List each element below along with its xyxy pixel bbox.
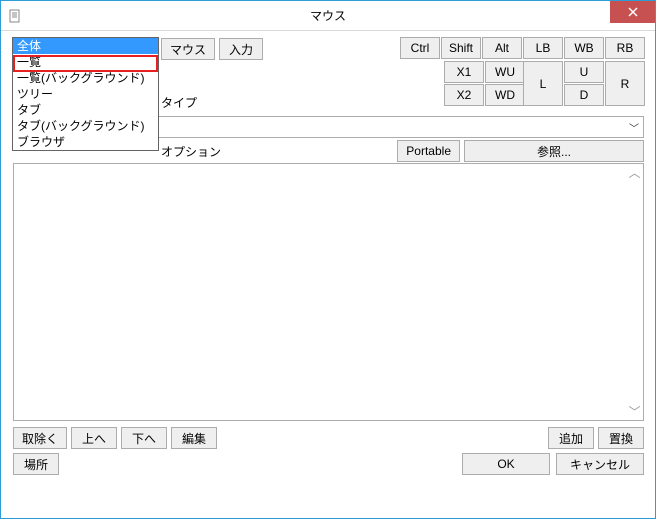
mouse-button[interactable]: マウス [161,38,215,60]
dropdown-item-tab-bg[interactable]: タブ(バックグラウンド) [13,118,158,134]
remove-button[interactable]: 取除く [13,427,67,449]
dropdown-item-browser[interactable]: ブラウザ [13,134,158,150]
type-row: タイプ [161,91,644,113]
wb-button[interactable]: WB [564,37,604,59]
ok-cancel-row: OK キャンセル [462,453,644,475]
dropdown-item-list[interactable]: 一覧 [13,54,158,70]
top-row: マウス 入力 [161,38,263,60]
shift-button[interactable]: Shift [441,37,481,59]
dropdown-item-all[interactable]: 全体 [13,38,158,54]
ok-button[interactable]: OK [462,453,550,475]
window-title: マウス [1,7,655,24]
place-button[interactable]: 場所 [13,453,59,475]
cancel-button[interactable]: キャンセル [556,453,644,475]
dialog-content: マウス 入力 Ctrl Shift Alt LB WB RB X1 WU X2 … [1,31,655,518]
portable-button[interactable]: Portable [397,140,460,162]
wu-button[interactable]: WU [485,61,525,83]
u-button[interactable]: U [564,61,604,83]
scope-dropdown[interactable]: 全体 一覧 一覧(バックグラウンド) ツリー タブ タブ(バックグラウンド) ブ… [12,37,159,151]
add-replace-actions: 追加 置換 [548,427,644,449]
edit-button[interactable]: 編集 [171,427,217,449]
place-row: 場所 [13,453,59,475]
scroll-down-icon[interactable]: ﹀ [628,403,640,420]
x1-button[interactable]: X1 [444,61,484,83]
ctrl-button[interactable]: Ctrl [400,37,440,59]
dropdown-item-tree[interactable]: ツリー [13,86,158,102]
rb-button[interactable]: RB [605,37,645,59]
dialog-window: マウス マウス 入力 Ctrl Shift Alt LB WB RB X1 WU… [0,0,656,519]
option-label: オプション [161,143,221,160]
edit-actions: 取除く 上へ 下へ 編集 [13,427,217,449]
up-button[interactable]: 上へ [71,427,117,449]
down-button[interactable]: 下へ [121,427,167,449]
add-button[interactable]: 追加 [548,427,594,449]
dropdown-item-tab[interactable]: タブ [13,102,158,118]
scroll-up-icon[interactable]: ︿ [628,164,640,181]
list-area[interactable]: ︿ ﹀ [13,163,644,421]
replace-button[interactable]: 置換 [598,427,644,449]
browse-button[interactable]: 参照... [464,140,644,162]
titlebar: マウス [1,1,655,31]
input-button[interactable]: 入力 [219,38,263,60]
type-label: タイプ [161,94,197,111]
option-row: オプション Portable 参照... [161,140,644,162]
dropdown-item-list-bg[interactable]: 一覧(バックグラウンド) [13,70,158,86]
lb-button[interactable]: LB [523,37,563,59]
scrollbar[interactable]: ︿ ﹀ [626,164,643,420]
chevron-down-icon: ﹀ [625,120,643,135]
alt-button[interactable]: Alt [482,37,522,59]
